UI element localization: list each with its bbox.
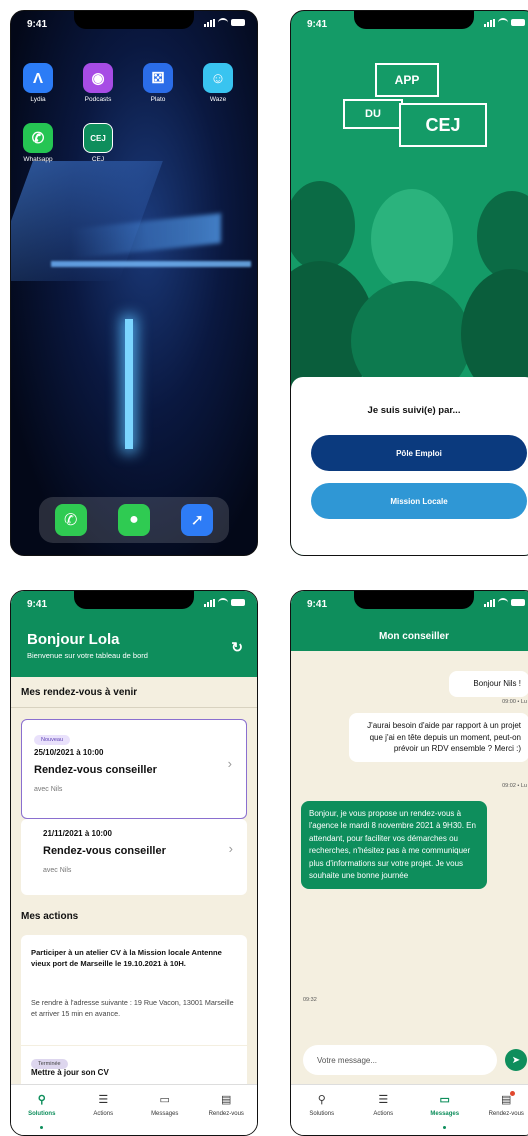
battery-icon [511, 599, 525, 606]
rdv-title: Rendez-vous conseiller [43, 845, 166, 857]
chat-title: Mon conseiller [291, 631, 528, 642]
signal-icon [204, 599, 215, 607]
phone-splash-screen: 9:41 APP DU CEJ Je suis suivi(e) par... … [290, 10, 528, 556]
rdv-with: avec Nils [43, 867, 71, 874]
battery-icon [231, 19, 245, 26]
action-description: Se rendre à l'adresse suivante : 19 Rue … [31, 998, 237, 1020]
new-badge: Nouveau [34, 735, 70, 745]
tab-bar: ⚲ Solutions ☰ Actions ▭ Messages ▤ Rende… [11, 1084, 257, 1135]
message-icon: ▭ [414, 1093, 476, 1107]
messages-icon[interactable]: ● [118, 504, 150, 536]
message-input[interactable]: Votre message... [303, 1045, 497, 1075]
tab-rendez-vous[interactable]: ▤ Rendez-vous [476, 1085, 528, 1135]
wifi-icon [498, 598, 508, 607]
notch [354, 591, 474, 609]
battery-icon [231, 599, 245, 606]
plato-icon: ⚄ [143, 63, 173, 93]
message-timestamp: 09:00 • Lu [502, 699, 527, 705]
phone-dashboard: 9:41 Bonjour Lola Bienvenue sur votre ta… [10, 590, 258, 1136]
logo-cej-box: CEJ [399, 103, 487, 147]
message-bubble-sent: J'aurai besoin d'aide par rapport à un p… [349, 713, 528, 762]
page-subtitle: Bienvenue sur votre tableau de bord [27, 651, 148, 660]
tab-actions[interactable]: ☰ Actions [73, 1085, 135, 1135]
notch [74, 11, 194, 29]
rdv-card-1[interactable]: Nouveau 25/10/2021 à 10:00 Rendez-vous c… [21, 719, 247, 819]
notch [74, 591, 194, 609]
message-timestamp: 09:02 • Lu [502, 783, 527, 789]
whatsapp-icon: ✆ [23, 123, 53, 153]
podcasts-icon: ◉ [83, 63, 113, 93]
message-bubble-sent: Bonjour Nils ! [449, 671, 528, 697]
action-card-2[interactable]: Terminée Mettre à jour son CV [21, 1046, 247, 1086]
calendar-icon: ▤ [476, 1093, 528, 1107]
logo-du-box: DU [343, 99, 403, 129]
role-question: Je suis suivi(e) par... [291, 405, 528, 416]
wifi-icon [218, 18, 228, 27]
message-icon: ▭ [134, 1093, 196, 1107]
chevron-right-icon: › [229, 841, 233, 856]
action-title: Participer à un atelier CV à la Mission … [31, 947, 237, 969]
pole-emploi-button[interactable]: Pôle Emploi [311, 435, 527, 471]
rdv-date: 25/10/2021 à 10:00 [34, 748, 103, 757]
status-time: 9:41 [27, 19, 47, 30]
send-button[interactable]: ➤ [505, 1049, 527, 1071]
signal-icon [484, 19, 495, 27]
app-whatsapp[interactable]: ✆ Whatsapp [23, 123, 53, 163]
calendar-icon: ▤ [196, 1093, 258, 1107]
safari-icon[interactable]: ➚ [181, 504, 213, 536]
wifi-icon [218, 598, 228, 607]
checklist-icon: ☰ [353, 1093, 415, 1107]
tab-solutions[interactable]: ⚲ Solutions [11, 1085, 73, 1135]
signal-icon [484, 599, 495, 607]
lydia-icon: Λ [23, 63, 53, 93]
waze-icon: ☺ [203, 63, 233, 93]
refresh-icon[interactable]: ↻ [231, 639, 243, 656]
wifi-icon [498, 18, 508, 27]
rdv-title: Rendez-vous conseiller [34, 764, 157, 776]
app-plato[interactable]: ⚄ Plato [143, 63, 173, 103]
battery-icon [511, 19, 525, 26]
message-bubble-received: Bonjour, je vous propose un rendez-vous … [301, 801, 487, 889]
notch [354, 11, 474, 29]
app-lydia[interactable]: Λ Lydia [23, 63, 53, 103]
cej-app-icon: CEJ [83, 123, 113, 153]
tab-messages[interactable]: ▭ Messages [414, 1085, 476, 1135]
rdv-with: avec Nils [34, 786, 62, 793]
phone-home-screen: 9:41 Λ Lydia ◉ Podcasts ⚄ Plato ☺ Waze ✆… [10, 10, 258, 556]
rdv-card-2[interactable]: 21/11/2021 à 10:00 Rendez-vous conseille… [21, 819, 247, 895]
app-waze[interactable]: ☺ Waze [203, 63, 233, 103]
active-tab-indicator [40, 1126, 43, 1129]
search-icon: ⚲ [291, 1093, 353, 1107]
active-tab-indicator [443, 1126, 446, 1129]
checklist-icon: ☰ [73, 1093, 135, 1107]
action-card-1[interactable]: Participer à un atelier CV à la Mission … [21, 935, 247, 1045]
app-podcasts[interactable]: ◉ Podcasts [83, 63, 113, 103]
chevron-right-icon: › [228, 756, 232, 771]
tab-actions[interactable]: ☰ Actions [353, 1085, 415, 1135]
role-selection-sheet: Je suis suivi(e) par... Pôle Emploi Miss… [291, 377, 528, 555]
phone-icon[interactable]: ✆ [55, 504, 87, 536]
tab-rendez-vous[interactable]: ▤ Rendez-vous [196, 1085, 258, 1135]
tab-solutions[interactable]: ⚲ Solutions [291, 1085, 353, 1135]
page-title: Bonjour Lola [27, 631, 120, 648]
search-icon: ⚲ [11, 1093, 73, 1107]
action-title: Mettre à jour son CV [31, 1068, 109, 1077]
logo-app-box: APP [375, 63, 439, 97]
phone-chat: 9:41 Mon conseiller Bonjour Nils ! 09:00… [290, 590, 528, 1136]
mission-locale-button[interactable]: Mission Locale [311, 483, 527, 519]
dock: ✆ ● ➚ [39, 497, 229, 543]
rdv-section-title: Mes rendez-vous à venir [21, 687, 137, 698]
rdv-date: 21/11/2021 à 10:00 [43, 829, 112, 838]
message-timestamp: 09:32 [303, 997, 317, 1003]
actions-section-title: Mes actions [21, 911, 78, 922]
send-icon: ➤ [512, 1055, 520, 1066]
app-cej[interactable]: CEJ CEJ [83, 123, 113, 163]
tab-bar: ⚲ Solutions ☰ Actions ▭ Messages ▤ Rende… [291, 1084, 528, 1135]
tab-messages[interactable]: ▭ Messages [134, 1085, 196, 1135]
signal-icon [204, 19, 215, 27]
